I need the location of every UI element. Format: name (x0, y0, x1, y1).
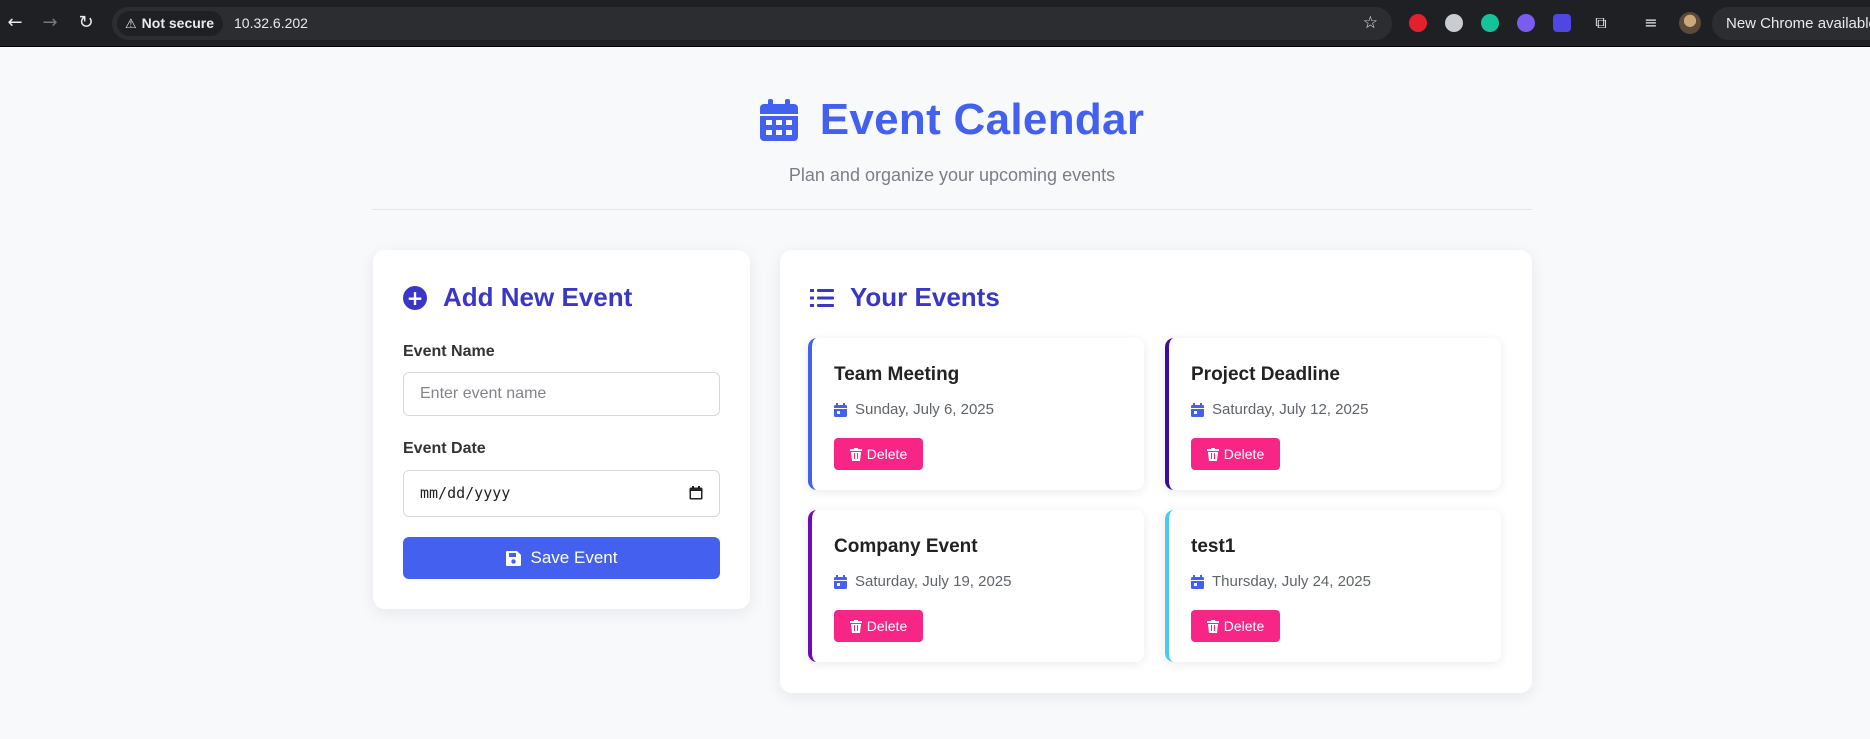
update-chrome-button[interactable]: New Chrome available (1712, 7, 1870, 40)
event-card: Team Meeting Sunday, July 6, 2025 Delete (808, 338, 1144, 490)
address-bar[interactable]: ⚠ Not secure 10.32.6.202 ☆ (112, 7, 1392, 40)
trash-icon (1206, 619, 1219, 633)
event-card: test1 Thursday, July 24, 2025 Delete (1165, 510, 1501, 662)
event-name-label: Event Name (403, 343, 495, 360)
extension-grammarly-icon[interactable] (1481, 14, 1499, 32)
event-name: Team Meeting (834, 364, 960, 385)
delete-event-button[interactable]: Delete (834, 438, 923, 470)
profile-avatar[interactable] (1679, 12, 1701, 34)
bookmark-star-icon[interactable]: ☆ (1363, 7, 1378, 40)
page-subtitle: Plan and organize your upcoming events (788, 165, 1116, 185)
event-date-input[interactable]: mm/dd/yyyy (403, 470, 720, 517)
delete-label: Delete (866, 618, 908, 634)
page-title: Event Calendar (819, 95, 1145, 144)
save-event-button[interactable]: Save Event (403, 537, 720, 579)
back-icon[interactable]: ← (4, 12, 26, 34)
event-card: Project Deadline Saturday, July 12, 2025… (1165, 338, 1501, 490)
add-event-panel: + Add New Event Event Name Event Date mm… (373, 250, 750, 609)
page-header: Event Calendar Plan and organize your up… (372, 47, 1532, 210)
delete-event-button[interactable]: Delete (1191, 610, 1280, 642)
event-date: Saturday, July 19, 2025 (855, 573, 1012, 590)
list-icon (810, 288, 834, 307)
extension-purple-icon[interactable] (1517, 14, 1535, 32)
event-card: Company Event Saturday, July 19, 2025 De… (808, 510, 1144, 662)
trash-icon (849, 447, 862, 461)
extension-adblock-icon[interactable] (1409, 14, 1427, 32)
event-name: test1 (1191, 536, 1236, 557)
delete-label: Delete (1223, 446, 1265, 462)
delete-event-button[interactable]: Delete (834, 610, 923, 642)
calendar-icon (759, 99, 798, 141)
add-event-heading: Add New Event (443, 282, 633, 312)
trash-icon (1206, 447, 1219, 461)
extensions-puzzle-icon[interactable]: ⧉ (1590, 12, 1612, 34)
delete-event-button[interactable]: Delete (1191, 438, 1280, 470)
event-date: Saturday, July 12, 2025 (1212, 401, 1369, 418)
delete-label: Delete (1223, 618, 1265, 634)
url-text[interactable]: 10.32.6.202 (234, 7, 308, 40)
events-panel: Your Events Team Meeting Sunday, July 6,… (780, 250, 1532, 693)
plus-circle-icon: + (403, 285, 427, 310)
event-date: Sunday, July 6, 2025 (855, 401, 994, 418)
event-date-value: mm/dd/yyyy (420, 484, 511, 502)
forward-icon[interactable]: → (39, 12, 61, 34)
floppy-disk-icon (505, 550, 521, 566)
extension-settings-icon[interactable] (1553, 14, 1571, 32)
warning-icon: ⚠ (125, 17, 137, 32)
calendar-day-icon (1191, 402, 1204, 417)
calendar-day-icon (1191, 574, 1204, 589)
your-events-heading: Your Events (850, 282, 1000, 312)
calendar-day-icon (834, 574, 847, 589)
delete-label: Delete (866, 446, 908, 462)
event-name: Project Deadline (1191, 364, 1340, 385)
date-picker-icon[interactable] (689, 486, 703, 500)
security-chip[interactable]: ⚠ Not secure (117, 11, 224, 36)
save-event-label: Save Event (530, 548, 618, 567)
trash-icon (849, 619, 862, 633)
event-name-input[interactable] (403, 372, 720, 416)
browser-toolbar: ← → ↻ ⚠ Not secure 10.32.6.202 ☆ ⧉ ≡ New … (0, 0, 1870, 47)
security-label: Not secure (141, 15, 215, 31)
media-queue-icon[interactable]: ≡ (1640, 12, 1662, 34)
reload-icon[interactable]: ↻ (75, 12, 97, 34)
event-date: Thursday, July 24, 2025 (1212, 573, 1371, 590)
event-date-label: Event Date (403, 440, 486, 457)
extension-globe-icon[interactable] (1445, 14, 1463, 32)
calendar-day-icon (834, 402, 847, 417)
event-name: Company Event (834, 536, 978, 557)
